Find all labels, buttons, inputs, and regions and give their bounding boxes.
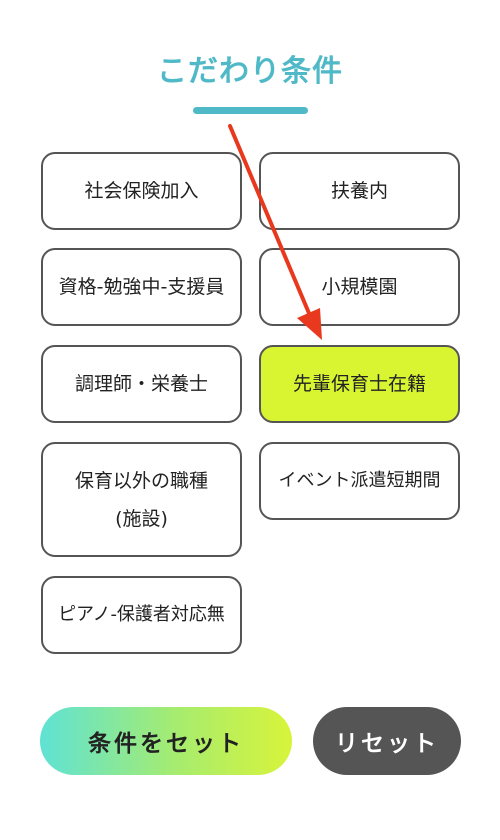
reset-button[interactable]: リセット	[313, 707, 461, 775]
option-label-sub: (施設)	[115, 507, 168, 530]
option-label: 資格-勉強中-支援員	[58, 276, 225, 298]
option-chip-senior-staff[interactable]: 先輩保育士在籍	[259, 345, 460, 423]
option-chip-event-short-term[interactable]: イベント派遣短期間	[259, 442, 460, 520]
option-label: 調理師・栄養士	[74, 373, 208, 395]
reset-label: リセット	[335, 731, 439, 757]
option-chip-small-nursery[interactable]: 小規模園	[259, 248, 460, 326]
set-conditions-label: 条件をセット	[88, 731, 244, 757]
option-chip-piano-no-parent[interactable]: ピアノ-保護者対応無	[41, 576, 242, 654]
page-title: こだわり条件	[157, 54, 343, 89]
set-conditions-button[interactable]: 条件をセット	[40, 707, 292, 775]
option-label: 小規模園	[321, 276, 398, 298]
option-label: 先輩保育士在籍	[292, 373, 426, 395]
option-label: ピアノ-保護者対応無	[58, 604, 225, 625]
option-label: 保育以外の職種	[74, 469, 208, 492]
conditions-panel: こだわり条件 社会保険加入 扶養内 資格-勉強中-支援員 小規模園 調理師・栄養…	[0, 0, 500, 840]
option-chip-cook-nutritionist[interactable]: 調理師・栄養士	[41, 345, 242, 423]
option-label: イベント派遣短期間	[278, 470, 441, 491]
title-underline	[193, 107, 308, 114]
option-chip-social-insurance[interactable]: 社会保険加入	[41, 152, 242, 230]
option-label: 社会保険加入	[84, 180, 199, 202]
option-label: 扶養内	[330, 180, 388, 202]
option-chip-dependent[interactable]: 扶養内	[259, 152, 460, 230]
option-chip-non-nursery-job[interactable]: 保育以外の職種 (施設)	[41, 442, 242, 557]
option-chip-qualification-support[interactable]: 資格-勉強中-支援員	[41, 248, 242, 326]
